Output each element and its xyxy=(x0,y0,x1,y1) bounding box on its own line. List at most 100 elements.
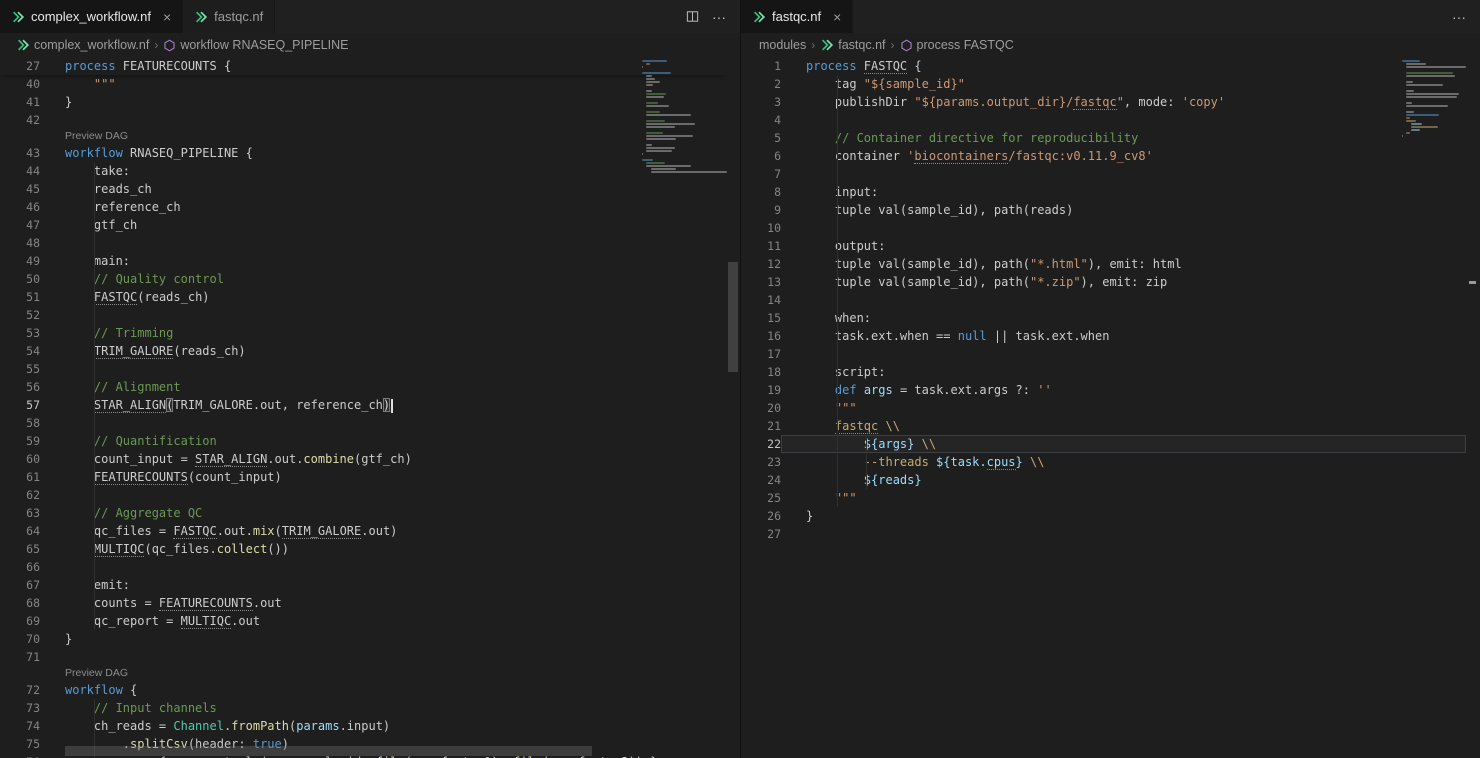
code-line[interactable]: 27 xyxy=(741,525,1466,543)
codelens-preview-dag[interactable]: Preview DAG xyxy=(0,129,726,144)
line-number: 54 xyxy=(0,342,40,360)
sticky-scroll-row[interactable]: 27process FEATURECOUNTS { xyxy=(0,57,726,75)
code-line[interactable]: 60 count_input = STAR_ALIGN.out.combine(… xyxy=(0,450,726,468)
code-token: fastqc xyxy=(1073,95,1116,110)
code-line[interactable]: 14 xyxy=(741,291,1466,309)
code-line[interactable]: 70} xyxy=(0,630,726,648)
code-line[interactable]: 10 xyxy=(741,219,1466,237)
code-line[interactable]: 47 gtf_ch xyxy=(0,216,726,234)
code-line[interactable]: 40 """ xyxy=(0,75,726,93)
codelens-preview-dag[interactable]: Preview DAG xyxy=(0,666,726,681)
code-line[interactable]: 8 input: xyxy=(741,183,1466,201)
breadcrumb-item[interactable]: modules xyxy=(759,38,806,52)
code-line[interactable]: 71 xyxy=(0,648,726,666)
breadcrumb-label: fastqc.nf xyxy=(838,38,885,52)
code-line[interactable]: 24 ${reads} xyxy=(741,471,1466,489)
code-line[interactable]: 73 // Input channels xyxy=(0,699,726,717)
code-line[interactable]: 4 xyxy=(741,111,1466,129)
code-line[interactable]: 65 MULTIQC(qc_files.collect()) xyxy=(0,540,726,558)
code-line[interactable]: 74 ch_reads = Channel.fromPath(params.in… xyxy=(0,717,726,735)
code-line[interactable]: 53 // Trimming xyxy=(0,324,726,342)
breadcrumb-item[interactable]: fastqc.nf xyxy=(820,38,885,52)
code-token: } xyxy=(1016,455,1023,469)
code-line[interactable]: 43workflow RNASEQ_PIPELINE { xyxy=(0,144,726,162)
code-line[interactable]: 54 TRIM_GALORE(reads_ch) xyxy=(0,342,726,360)
code-line[interactable]: 51 FASTQC(reads_ch) xyxy=(0,288,726,306)
editor-tab[interactable]: complex_workflow.nf× xyxy=(0,0,183,33)
code-line[interactable]: 11 output: xyxy=(741,237,1466,255)
code-line[interactable]: 41} xyxy=(0,93,726,111)
line-number: 56 xyxy=(0,378,40,396)
code-line[interactable]: 12 tuple val(sample_id), path("*.html"),… xyxy=(741,255,1466,273)
more-actions-icon[interactable]: ··· xyxy=(1452,9,1466,25)
minimap-line xyxy=(1402,99,1466,101)
horizontal-scrollbar-thumb[interactable] xyxy=(65,746,592,756)
code-line[interactable]: 56 // Alignment xyxy=(0,378,726,396)
vertical-scrollbar[interactable] xyxy=(1466,57,1480,758)
vertical-scrollbar[interactable] xyxy=(726,57,740,758)
close-tab-icon[interactable]: × xyxy=(163,10,171,24)
code-line[interactable]: 42 xyxy=(0,111,726,129)
code-line[interactable]: 26} xyxy=(741,507,1466,525)
code-line[interactable]: 52 xyxy=(0,306,726,324)
code-line[interactable]: 25 """ xyxy=(741,489,1466,507)
code-line[interactable]: 16 task.ext.when == null || task.ext.whe… xyxy=(741,327,1466,345)
code-line[interactable]: 19 def args = task.ext.args ?: '' xyxy=(741,381,1466,399)
code-line[interactable]: 62 xyxy=(0,486,726,504)
code-line[interactable]: 69 qc_report = MULTIQC.out xyxy=(0,612,726,630)
code-line[interactable]: 6 container 'biocontainers/fastqc:v0.11.… xyxy=(741,147,1466,165)
code-token: input: xyxy=(806,185,878,199)
more-actions-icon[interactable]: ··· xyxy=(712,9,726,25)
code-line[interactable]: 68 counts = FEATURECOUNTS.out xyxy=(0,594,726,612)
code-line[interactable]: 18 script: xyxy=(741,363,1466,381)
code-line[interactable]: 23 --threads ${task.cpus} \\ xyxy=(741,453,1466,471)
split-editor-icon[interactable] xyxy=(685,9,700,24)
code-token: tuple val(sample_id), path( xyxy=(806,275,1030,289)
code-line[interactable]: 17 xyxy=(741,345,1466,363)
scrollbar-thumb[interactable] xyxy=(728,262,738,372)
code-line[interactable]: 72workflow { xyxy=(0,681,726,699)
code-line[interactable]: 1process FASTQC { xyxy=(741,57,1466,75)
line-number: 15 xyxy=(741,309,781,327)
line-content: tuple val(sample_id), path("*.html"), em… xyxy=(781,255,1466,273)
code-line[interactable]: 20 """ xyxy=(741,399,1466,417)
code-line[interactable]: 2 tag "${sample_id}" xyxy=(741,75,1466,93)
code-token xyxy=(806,491,835,505)
line-content: MULTIQC(qc_files.collect()) xyxy=(40,540,726,558)
code-line[interactable]: 15 when: xyxy=(741,309,1466,327)
code-line[interactable]: 50 // Quality control xyxy=(0,270,726,288)
code-line[interactable]: 13 tuple val(sample_id), path("*.zip"), … xyxy=(741,273,1466,291)
minimap-line xyxy=(1406,96,1457,98)
code-line[interactable]: 59 // Quantification xyxy=(0,432,726,450)
code-line[interactable]: 55 xyxy=(0,360,726,378)
code-line[interactable]: 48 xyxy=(0,234,726,252)
minimap[interactable] xyxy=(1402,57,1466,141)
line-number: 47 xyxy=(0,216,40,234)
code-line[interactable]: 7 xyxy=(741,165,1466,183)
code-line[interactable]: 45 reads_ch xyxy=(0,180,726,198)
code-line[interactable]: 5 // Container directive for reproducibi… xyxy=(741,129,1466,147)
code-line[interactable]: 49 main: xyxy=(0,252,726,270)
code-token: TRIM_GALORE xyxy=(282,524,361,539)
code-line[interactable]: 46 reference_ch xyxy=(0,198,726,216)
code-line[interactable]: 57 STAR_ALIGN(TRIM_GALORE.out, reference… xyxy=(0,396,726,414)
code-line[interactable]: 58 xyxy=(0,414,726,432)
code-token: ()) xyxy=(267,542,289,556)
code-line[interactable]: 64 qc_files = FASTQC.out.mix(TRIM_GALORE… xyxy=(0,522,726,540)
minimap[interactable] xyxy=(642,57,726,174)
code-line[interactable]: 3 publishDir "${params.output_dir}/fastq… xyxy=(741,93,1466,111)
code-line[interactable]: 44 take: xyxy=(0,162,726,180)
breadcrumb-item[interactable]: process FASTQC xyxy=(900,38,1014,52)
code-line[interactable]: 66 xyxy=(0,558,726,576)
breadcrumb-item[interactable]: workflow RNASEQ_PIPELINE xyxy=(163,38,348,52)
code-line[interactable]: 22 ${args} \\ xyxy=(741,435,1466,453)
code-line[interactable]: 63 // Aggregate QC xyxy=(0,504,726,522)
code-line[interactable]: 67 emit: xyxy=(0,576,726,594)
code-line[interactable]: 61 FEATURECOUNTS(count_input) xyxy=(0,468,726,486)
breadcrumb-item[interactable]: complex_workflow.nf xyxy=(16,38,149,52)
close-tab-icon[interactable]: × xyxy=(833,10,841,24)
editor-tab[interactable]: fastqc.nf× xyxy=(741,0,853,33)
code-line[interactable]: 9 tuple val(sample_id), path(reads) xyxy=(741,201,1466,219)
editor-tab[interactable]: fastqc.nf xyxy=(183,0,275,33)
code-line[interactable]: 21 fastqc \\ xyxy=(741,417,1466,435)
